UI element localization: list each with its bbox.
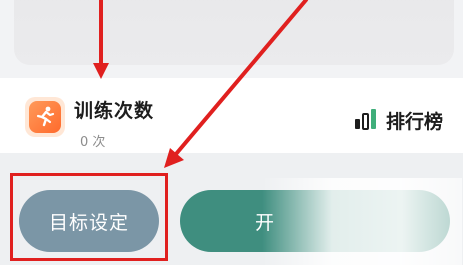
training-count-title: 训练次数 <box>74 100 155 122</box>
training-app-icon <box>25 97 65 137</box>
annotation-arrowhead-down <box>93 63 109 79</box>
media-card <box>14 0 454 65</box>
leaderboard-label: 排行榜 <box>386 111 444 133</box>
training-count-value: 0 次 <box>80 135 106 150</box>
goal-setting-button[interactable]: 目标设定 <box>19 190 159 252</box>
leaderboard-link[interactable]: 排行榜 <box>354 107 443 134</box>
bar-chart-icon <box>354 108 380 134</box>
running-person-icon <box>29 101 61 133</box>
start-button[interactable]: 开 <box>180 190 450 252</box>
